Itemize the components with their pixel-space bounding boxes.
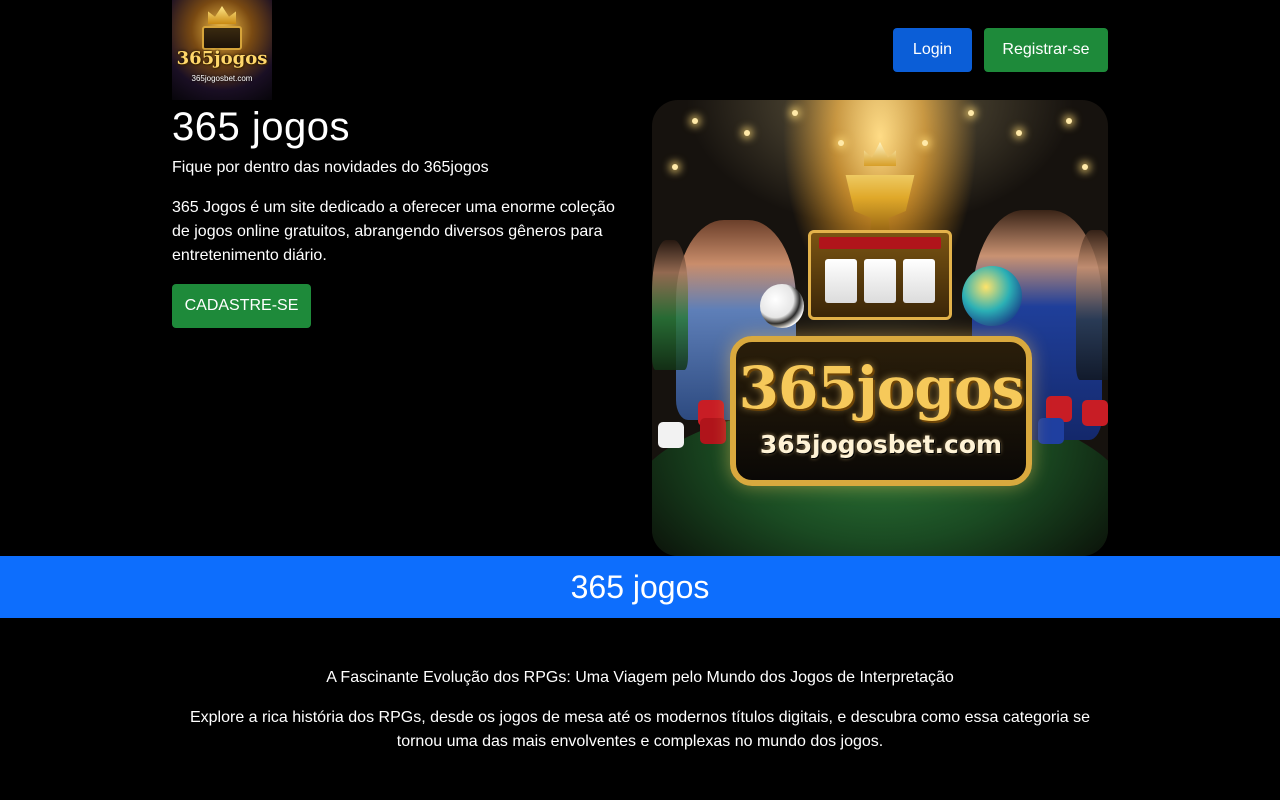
site-header: 365jogos 365jogosbet.com Login Registrar… — [172, 0, 1108, 100]
article-title: A Fascinante Evolução dos RPGs: Uma Viag… — [326, 669, 954, 686]
image-slot-reel — [864, 259, 896, 303]
hero-title: 365 jogos — [172, 105, 350, 149]
image-sign-url: 365jogosbet.com — [759, 430, 1003, 459]
hero-section: 365 jogos Fique por dentro das novidades… — [172, 100, 1108, 556]
image-soccer-ball — [760, 284, 804, 328]
logo-url: 365jogosbet.com — [191, 74, 253, 83]
signup-cta-button[interactable]: CADASTRE-SE — [172, 284, 311, 328]
image-person-background-left — [652, 240, 688, 370]
hero-subtitle: Fique por dentro das novidades do 365jog… — [172, 159, 489, 176]
section-banner: 365 jogos — [0, 556, 1280, 618]
register-button[interactable]: Registrar-se — [984, 28, 1108, 72]
logo-slot-graphic — [202, 26, 242, 50]
image-slot-reel — [825, 259, 857, 303]
image-person-background-right — [1076, 230, 1108, 380]
hero-text-block: 365 jogos Fique por dentro das novidades… — [172, 100, 622, 268]
image-die — [1082, 400, 1108, 426]
logo-crown-graphic — [208, 6, 236, 24]
article-description: Explore a rica história dos RPGs, desde … — [189, 709, 1091, 750]
image-slot-reel — [903, 259, 935, 303]
image-brand-sign: 365jogos 365jogosbet.com — [730, 336, 1032, 486]
hero-casino-image: 365jogos 365jogosbet.com — [652, 100, 1108, 556]
image-sign-title: 365jogos — [738, 354, 1025, 422]
image-die — [700, 418, 726, 444]
page-container: 365jogos 365jogosbet.com Login Registrar… — [172, 0, 1108, 556]
image-handball — [962, 266, 1022, 326]
logo-title: 365jogos — [176, 48, 268, 69]
article-section: A Fascinante Evolução dos RPGs: Uma Viag… — [0, 666, 1280, 754]
site-logo[interactable]: 365jogos 365jogosbet.com — [172, 0, 272, 100]
image-slot-machine — [808, 230, 952, 320]
image-die — [1038, 418, 1064, 444]
login-button[interactable]: Login — [893, 28, 972, 72]
banner-title: 365 jogos — [570, 569, 710, 605]
image-die — [658, 422, 684, 448]
image-slot-header — [819, 237, 941, 249]
hero-description: 365 Jogos é um site dedicado a oferecer … — [172, 199, 615, 264]
